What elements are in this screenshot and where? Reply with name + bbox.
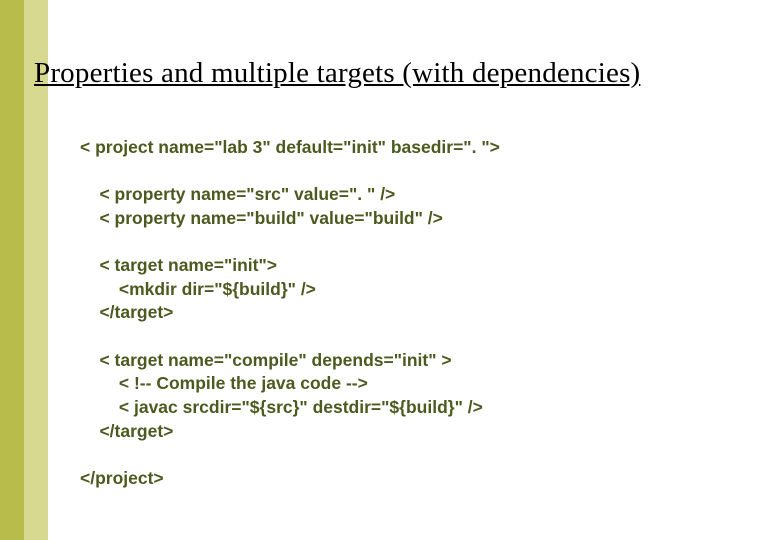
code-line: < target name="init">: [80, 255, 277, 275]
code-block: < project name="lab 3" default="init" ba…: [80, 136, 500, 490]
code-line: < property name="src" value=". " />: [80, 184, 395, 204]
code-line: <mkdir dir="${build}" />: [80, 279, 316, 299]
code-line: < project name="lab 3" default="init" ba…: [80, 137, 500, 157]
code-line: < target name="compile" depends="init" >: [80, 350, 452, 370]
page-title: Properties and multiple targets (with de…: [34, 57, 640, 90]
code-line: </project>: [80, 468, 164, 488]
code-line: < javac srcdir="${src}" destdir="${build…: [80, 397, 483, 417]
code-line: </target>: [80, 421, 173, 441]
code-line: < !-- Compile the java code -->: [80, 373, 368, 393]
sidebar-stripe-dark: [0, 0, 24, 540]
code-line: </target>: [80, 302, 173, 322]
code-line: < property name="build" value="build" />: [80, 208, 443, 228]
